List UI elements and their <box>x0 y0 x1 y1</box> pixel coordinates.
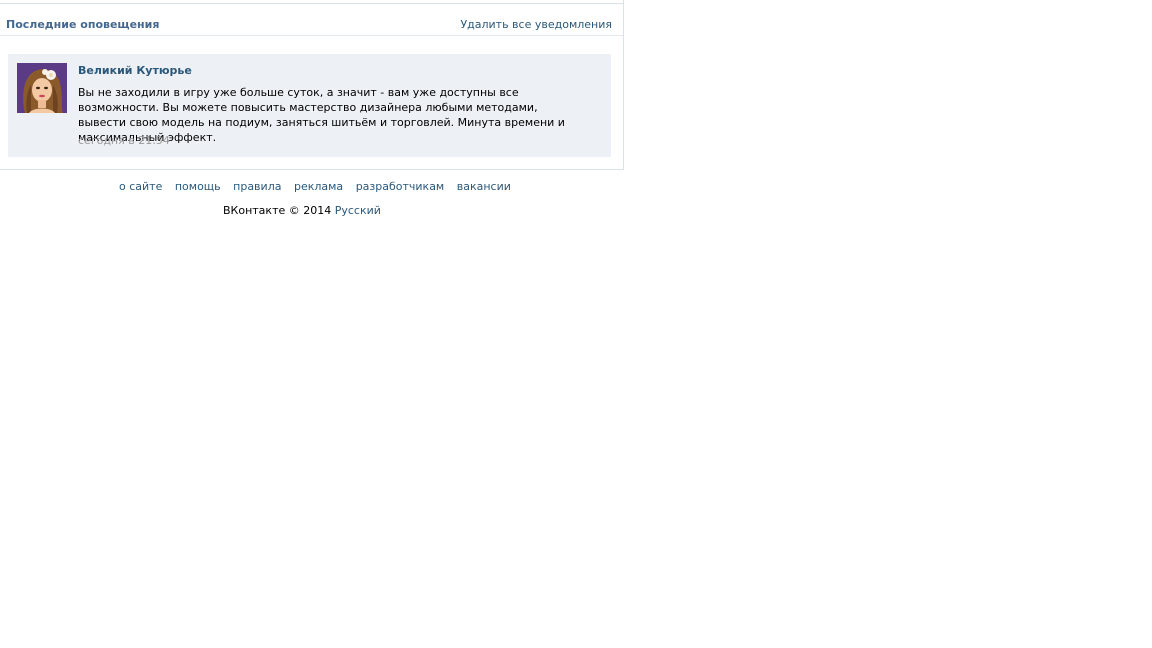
notification-app-name-link[interactable]: Великий Кутюрье <box>78 64 192 77</box>
footer-copyright: ВКонтакте © 2014 Русский <box>223 204 381 217</box>
notifications-panel: Последние оповещения Удалить все уведомл… <box>0 0 624 170</box>
app-avatar-icon[interactable] <box>17 63 67 113</box>
delete-all-notifications-link[interactable]: Удалить все уведомления <box>460 18 612 31</box>
panel-title: Последние оповещения <box>6 18 160 31</box>
fashion-girl-avatar-icon <box>17 63 67 113</box>
footer-link-jobs[interactable]: вакансии <box>457 180 511 193</box>
copyright-text: ВКонтакте © 2014 <box>223 204 332 217</box>
footer-link-ads[interactable]: реклама <box>294 180 343 193</box>
notification-timestamp: сегодня в 21:54 <box>78 134 170 147</box>
footer-link-help[interactable]: помощь <box>175 180 221 193</box>
notification-item: Великий Кутюрье Вы не заходили в игру уж… <box>8 54 611 157</box>
panel-header: Последние оповещения Удалить все уведомл… <box>0 4 623 36</box>
footer-link-developers[interactable]: разработчикам <box>356 180 445 193</box>
footer-link-about[interactable]: о сайте <box>119 180 162 193</box>
footer-links: о сайте помощь правила реклама разработч… <box>119 180 520 193</box>
language-switch-link[interactable]: Русский <box>335 204 381 217</box>
footer-link-rules[interactable]: правила <box>233 180 281 193</box>
